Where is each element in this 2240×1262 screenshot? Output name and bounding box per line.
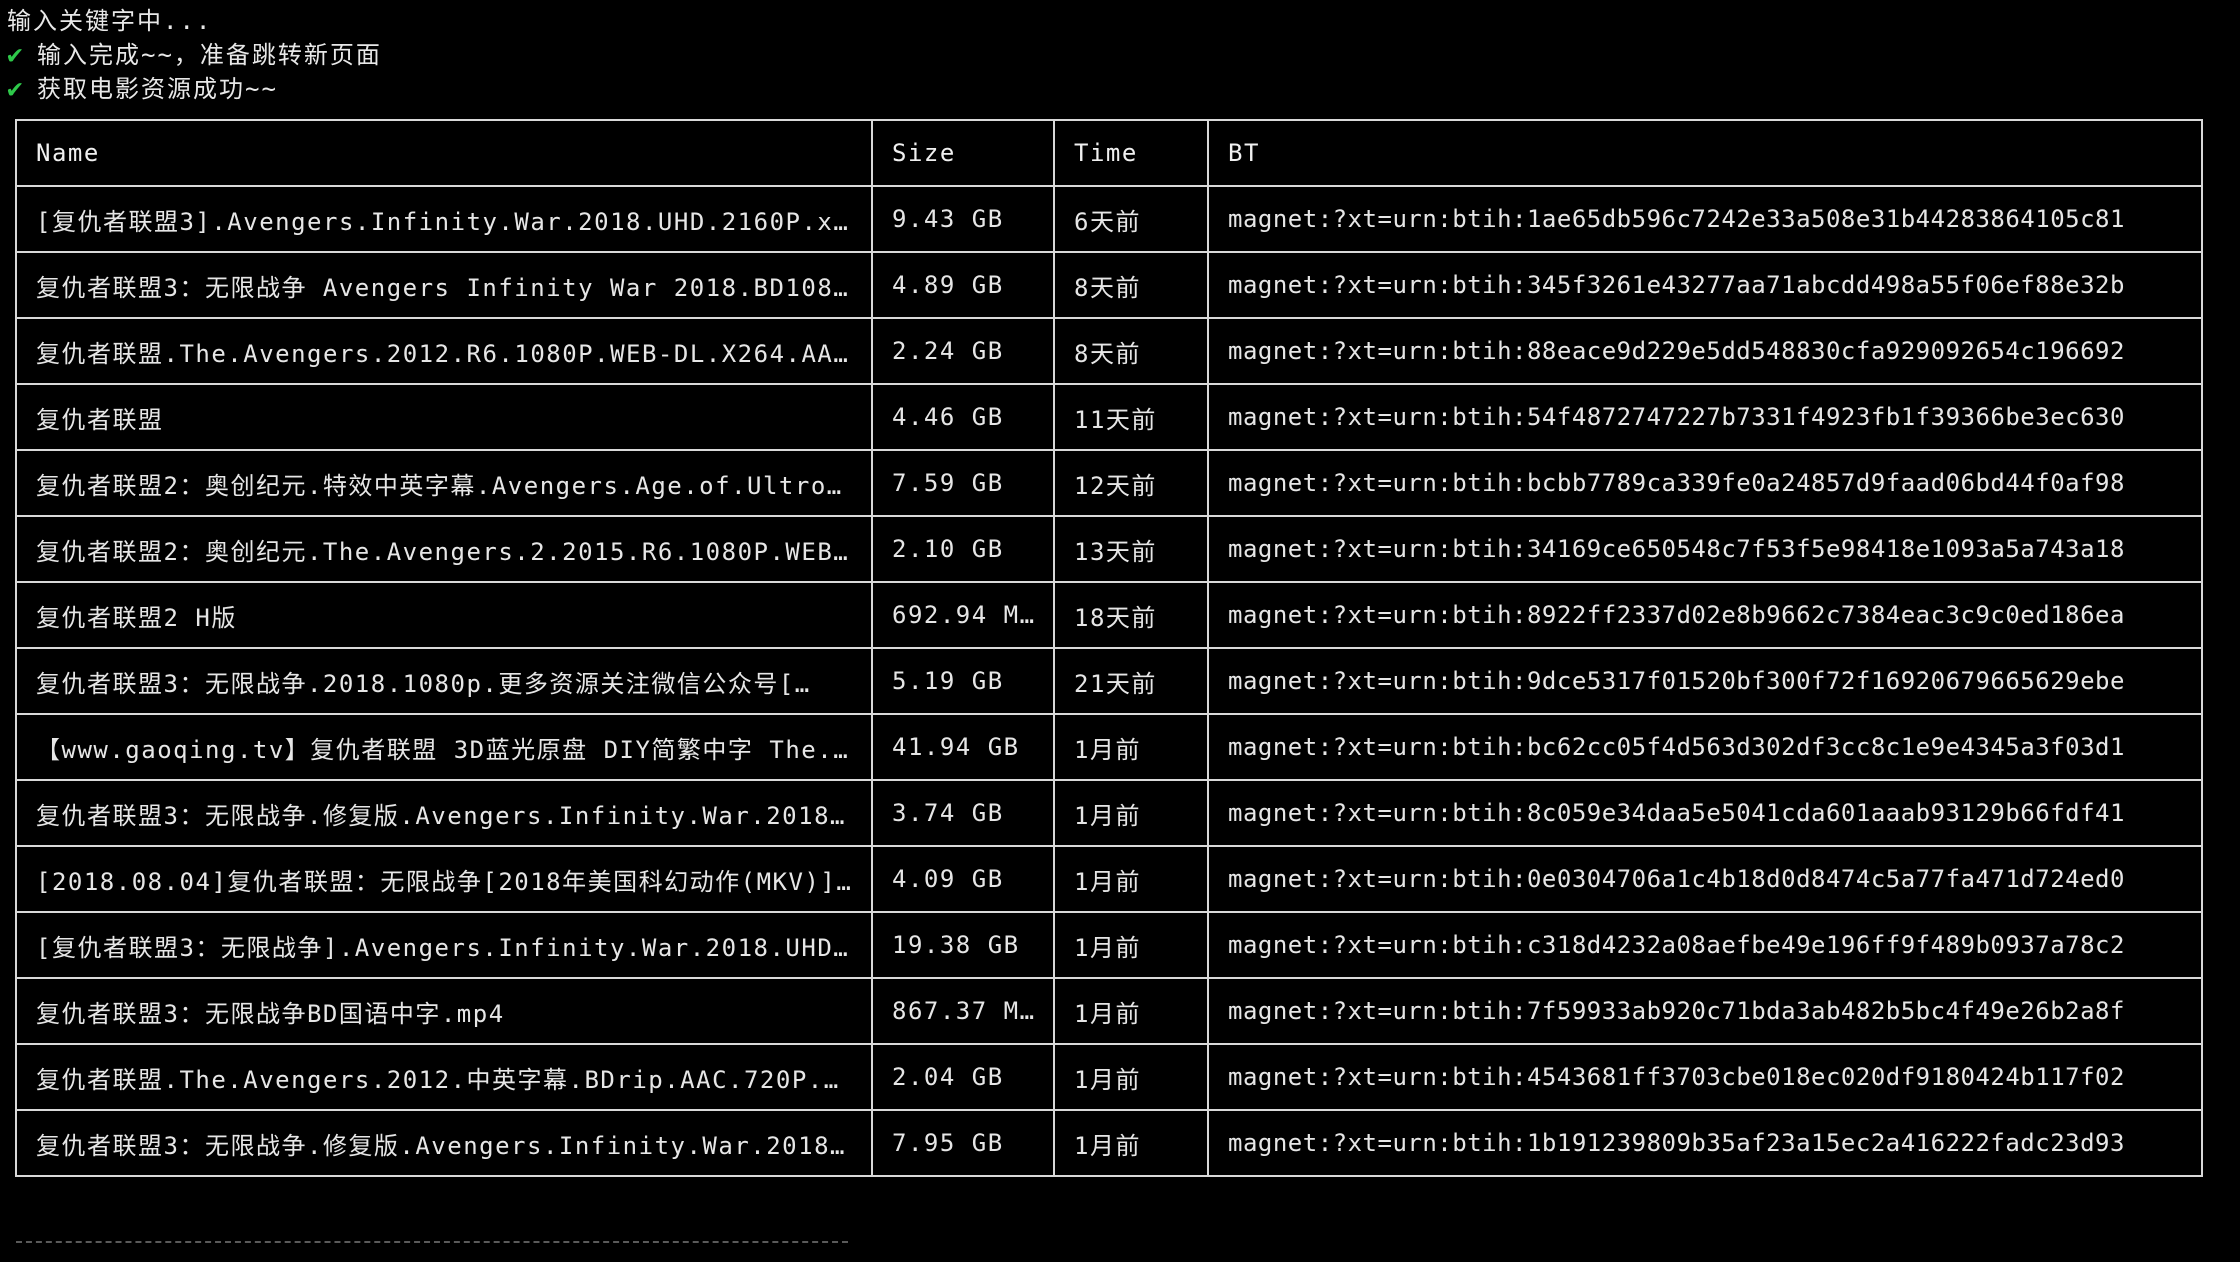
row-name-cell: [2018.08.04]复仇者联盟：无限战争[2018年美国科幻动作(MKV)]… [15,845,873,913]
row-name-cell: 复仇者联盟2：奥创纪元.The.Avengers.2.2015.R6.1080P… [15,515,873,583]
row-time-cell: 21天前 [1053,647,1209,715]
magnet-link[interactable]: magnet:?xt=urn:btih:8922ff2337d02e8b9662… [1207,581,2203,649]
row-time-cell: 8天前 [1053,251,1209,319]
magnet-link[interactable]: magnet:?xt=urn:btih:0e0304706a1c4b18d0d8… [1207,845,2203,913]
log-text: 获取电影资源成功~~ [37,75,278,103]
row-time-cell: 1月前 [1053,911,1209,979]
log-line-fetch-success: ✔ 获取电影资源成功~~ [7,72,382,106]
magnet-link[interactable]: magnet:?xt=urn:btih:bc62cc05f4d563d302df… [1207,713,2203,781]
magnet-link[interactable]: magnet:?xt=urn:btih:c318d4232a08aefbe49e… [1207,911,2203,979]
row-time-cell: 1月前 [1053,977,1209,1045]
row-time-cell: 13天前 [1053,515,1209,583]
table-row: 复仇者联盟3：无限战争.修复版.Avengers.Infinity.War.20… [15,1109,2203,1177]
magnet-link[interactable]: magnet:?xt=urn:btih:345f3261e43277aa71ab… [1207,251,2203,319]
table-row: [2018.08.04]复仇者联盟：无限战争[2018年美国科幻动作(MKV)]… [15,845,2203,913]
checkmark-icon: ✔ [7,40,25,70]
checkmark-icon: ✔ [7,74,25,104]
row-time-cell: 1月前 [1053,845,1209,913]
magnet-link[interactable]: magnet:?xt=urn:btih:1b191239809b35af23a1… [1207,1109,2203,1177]
magnet-link[interactable]: magnet:?xt=urn:btih:88eace9d229e5dd54883… [1207,317,2203,385]
magnet-link[interactable]: magnet:?xt=urn:btih:9dce5317f01520bf300f… [1207,647,2203,715]
log-text: 输入完成~~，准备跳转新页面 [37,41,382,69]
column-header-name: Name [15,119,873,187]
column-header-time: Time [1053,119,1209,187]
row-size-cell: 4.09 GB [871,845,1055,913]
row-size-cell: 692.94 MB [871,581,1055,649]
row-time-cell: 11天前 [1053,383,1209,451]
row-time-cell: 12天前 [1053,449,1209,517]
row-name-cell: 复仇者联盟3：无限战争 Avengers Infinity War 2018.B… [15,251,873,319]
row-name-cell: 【www.gaoqing.tv】复仇者联盟 3D蓝光原盘 DIY简繁中字 The… [15,713,873,781]
row-name-cell: 复仇者联盟2 H版 [15,581,873,649]
log-line-searching: 输入关键字中... [7,4,382,38]
table-row: [复仇者联盟3].Avengers.Infinity.War.2018.UHD.… [15,185,2203,253]
magnet-link[interactable]: magnet:?xt=urn:btih:4543681ff3703cbe018e… [1207,1043,2203,1111]
table-row: 复仇者联盟2：奥创纪元.特效中英字幕.Avengers.Age.of.Ultro… [15,449,2203,517]
row-time-cell: 1月前 [1053,1109,1209,1177]
row-name-cell: 复仇者联盟3：无限战争.修复版.Avengers.Infinity.War.20… [15,1109,873,1177]
row-time-cell: 1月前 [1053,713,1209,781]
row-time-cell: 8天前 [1053,317,1209,385]
row-name-cell: [复仇者联盟3：无限战争].Avengers.Infinity.War.2018… [15,911,873,979]
row-name-cell: 复仇者联盟3：无限战争.修复版.Avengers.Infinity.War.20… [15,779,873,847]
table-header-row: Name Size Time BT [15,119,2203,187]
magnet-link[interactable]: magnet:?xt=urn:btih:8c059e34daa5e5041cda… [1207,779,2203,847]
magnet-link[interactable]: magnet:?xt=urn:btih:7f59933ab920c71bda3a… [1207,977,2203,1045]
row-time-cell: 1月前 [1053,1043,1209,1111]
log-line-input-complete: ✔ 输入完成~~，准备跳转新页面 [7,38,382,72]
table-row: 复仇者联盟3：无限战争.2018.1080p.更多资源关注微信公众号[… 5.1… [15,647,2203,715]
magnet-link[interactable]: magnet:?xt=urn:btih:54f4872747227b7331f4… [1207,383,2203,451]
table-row: 复仇者联盟3：无限战争.修复版.Avengers.Infinity.War.20… [15,779,2203,847]
row-size-cell: 7.59 GB [871,449,1055,517]
row-size-cell: 19.38 GB [871,911,1055,979]
row-time-cell: 6天前 [1053,185,1209,253]
row-size-cell: 2.04 GB [871,1043,1055,1111]
row-name-cell: 复仇者联盟.The.Avengers.2012.R6.1080P.WEB-DL.… [15,317,873,385]
magnet-link[interactable]: magnet:?xt=urn:btih:1ae65db596c7242e33a5… [1207,185,2203,253]
table-row: [复仇者联盟3：无限战争].Avengers.Infinity.War.2018… [15,911,2203,979]
table-row: 复仇者联盟2 H版 692.94 MB 18天前 magnet:?xt=urn:… [15,581,2203,649]
row-size-cell: 4.89 GB [871,251,1055,319]
table-row: 复仇者联盟.The.Avengers.2012.中英字幕.BDrip.AAC.7… [15,1043,2203,1111]
row-size-cell: 867.37 MB [871,977,1055,1045]
log-text: 输入关键字中... [7,7,213,35]
table-row: 复仇者联盟.The.Avengers.2012.R6.1080P.WEB-DL.… [15,317,2203,385]
row-name-cell: 复仇者联盟 [15,383,873,451]
log-output: 输入关键字中... ✔ 输入完成~~，准备跳转新页面 ✔ 获取电影资源成功~~ [7,4,382,106]
table-row: 复仇者联盟3：无限战争 Avengers Infinity War 2018.B… [15,251,2203,319]
row-size-cell: 41.94 GB [871,713,1055,781]
magnet-link[interactable]: magnet:?xt=urn:btih:34169ce650548c7f53f5… [1207,515,2203,583]
row-name-cell: 复仇者联盟3：无限战争BD国语中字.mp4 [15,977,873,1045]
results-table: Name Size Time BT [复仇者联盟3].Avengers.Infi… [15,119,2203,1177]
table-row: 复仇者联盟3：无限战争BD国语中字.mp4 867.37 MB 1月前 magn… [15,977,2203,1045]
row-name-cell: 复仇者联盟.The.Avengers.2012.中英字幕.BDrip.AAC.7… [15,1043,873,1111]
table-row: 复仇者联盟2：奥创纪元.The.Avengers.2.2015.R6.1080P… [15,515,2203,583]
row-size-cell: 4.46 GB [871,383,1055,451]
row-size-cell: 9.43 GB [871,185,1055,253]
column-header-size: Size [871,119,1055,187]
dashed-divider [16,1241,848,1243]
row-size-cell: 2.10 GB [871,515,1055,583]
row-name-cell: [复仇者联盟3].Avengers.Infinity.War.2018.UHD.… [15,185,873,253]
row-time-cell: 1月前 [1053,779,1209,847]
row-name-cell: 复仇者联盟3：无限战争.2018.1080p.更多资源关注微信公众号[… [15,647,873,715]
row-size-cell: 2.24 GB [871,317,1055,385]
table-row: 复仇者联盟 4.46 GB 11天前 magnet:?xt=urn:btih:5… [15,383,2203,451]
row-name-cell: 复仇者联盟2：奥创纪元.特效中英字幕.Avengers.Age.of.Ultro… [15,449,873,517]
row-size-cell: 5.19 GB [871,647,1055,715]
row-size-cell: 7.95 GB [871,1109,1055,1177]
table-row: 【www.gaoqing.tv】复仇者联盟 3D蓝光原盘 DIY简繁中字 The… [15,713,2203,781]
row-size-cell: 3.74 GB [871,779,1055,847]
row-time-cell: 18天前 [1053,581,1209,649]
magnet-link[interactable]: magnet:?xt=urn:btih:bcbb7789ca339fe0a248… [1207,449,2203,517]
terminal-window: 输入关键字中... ✔ 输入完成~~，准备跳转新页面 ✔ 获取电影资源成功~~ … [0,0,2240,1262]
column-header-bt: BT [1207,119,2203,187]
